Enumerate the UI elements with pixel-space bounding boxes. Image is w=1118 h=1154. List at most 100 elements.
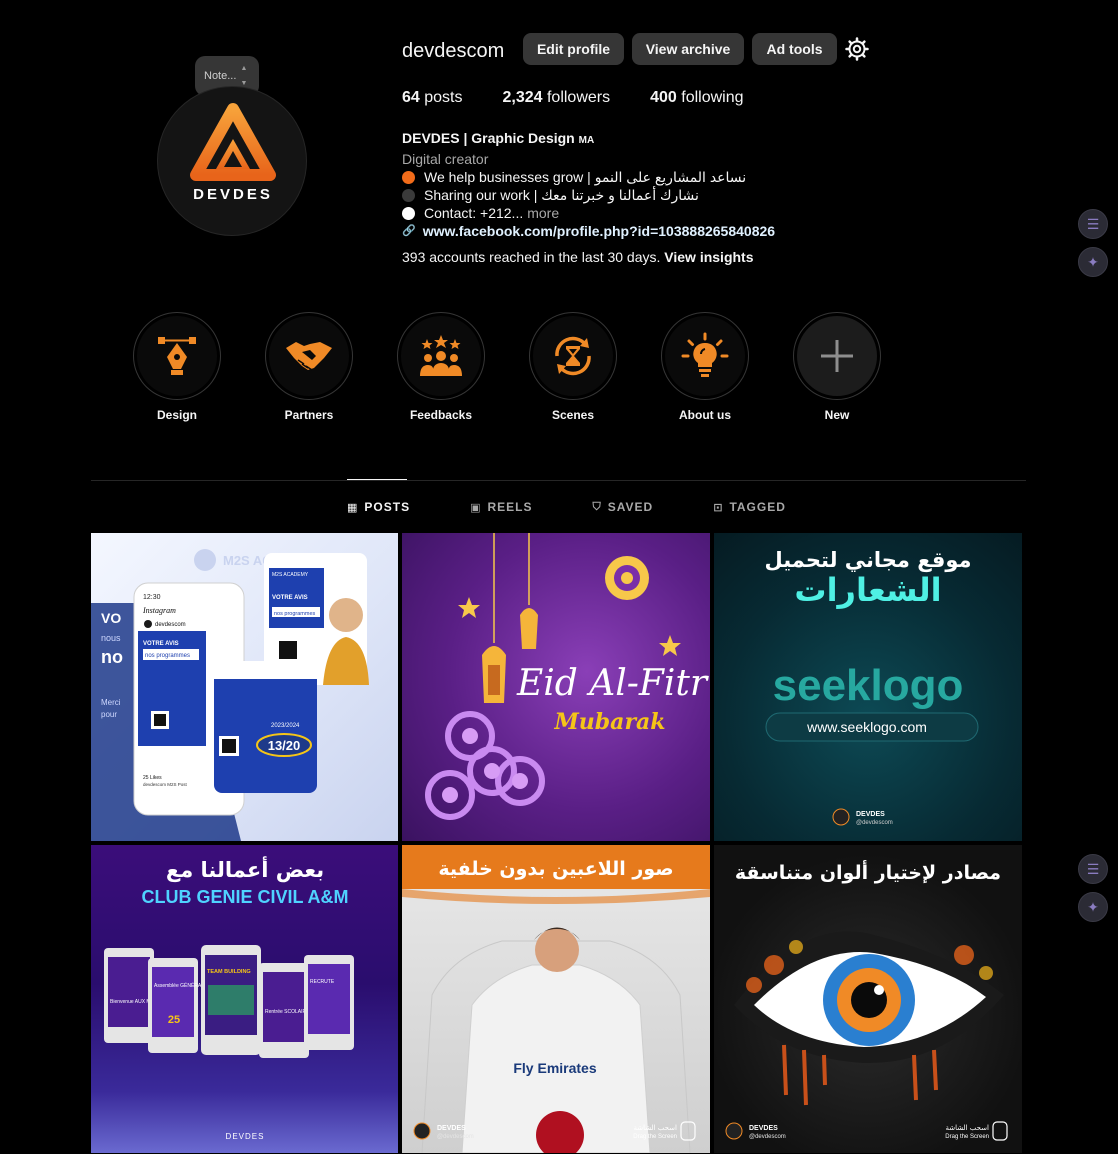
following-count[interactable]: 400 following: [650, 89, 743, 107]
note-label: Note...: [204, 70, 237, 82]
highlight-feedbacks[interactable]: Feedbacks: [397, 312, 485, 422]
highlight-about-us[interactable]: About us: [661, 312, 749, 422]
highlight-label: About us: [679, 408, 731, 422]
highlight-label: New: [824, 408, 850, 422]
bio-line: Sharing our work | نشارك أعمالنا و خبرتن…: [402, 186, 922, 204]
tab-posts[interactable]: ▦ POSTS: [347, 500, 410, 514]
highlight-label: Partners: [284, 408, 334, 422]
site-url: www.seeklogo.com: [806, 719, 927, 735]
followers-count[interactable]: 2,324 followers: [502, 89, 610, 107]
arabic-title: مصادر لإختيار ألوان متناسقة: [735, 860, 1001, 884]
grid-icon: ▦: [347, 501, 359, 514]
profile-tabs: ▦ POSTS ▣ REELS ⛉ SAVED ⊡ TAGGED: [347, 500, 846, 514]
highlight-label: Scenes: [551, 408, 595, 422]
pen-tool-icon: [158, 337, 196, 375]
settings-gear-icon[interactable]: [845, 37, 869, 61]
card-header: nos programmes: [274, 611, 316, 617]
bookmark-icon: ⛉: [592, 500, 602, 513]
card-header: VOTRE AVIS: [143, 641, 179, 647]
posts-grid: VO nous no Merci pour M2S ACA 12:30 Inst…: [91, 533, 1022, 1153]
brand-text: DEVDES: [437, 1125, 466, 1132]
insights-line: 393 accounts reached in the last 30 days…: [402, 249, 754, 265]
avatar[interactable]: DEVDES: [157, 86, 307, 236]
active-tab-indicator: [347, 479, 407, 480]
post-tile[interactable]: صور اللاعبين بدون خلفية Fly Emirates DEV…: [402, 845, 710, 1153]
brand-text: DEVDES: [226, 1132, 265, 1141]
arabic-title: بعض أعمالنا مع: [166, 855, 324, 882]
bg-word: nous: [101, 633, 121, 643]
swipe-english: Drag the Screen: [633, 1134, 677, 1140]
phone-time: 12:30: [143, 594, 161, 601]
orange-circle-icon: [402, 170, 415, 184]
phone-user: devdescom: [155, 622, 186, 628]
tabs-divider: [91, 480, 1026, 481]
edit-profile-button[interactable]: Edit profile: [523, 33, 624, 65]
eid-subtitle: Mubarak: [553, 709, 665, 735]
post-tile[interactable]: VO nous no Merci pour M2S ACA 12:30 Inst…: [91, 533, 398, 841]
highlight-design[interactable]: Design: [133, 312, 221, 422]
year-text: 2023/2024: [271, 723, 300, 729]
view-insights-link[interactable]: View insights: [664, 249, 753, 265]
bio-line: We help businesses grow | نساعد المشاريع…: [402, 168, 922, 186]
tag-icon: ⊡: [713, 501, 724, 514]
ad-tools-button[interactable]: Ad tools: [752, 33, 837, 65]
academy-text: M2S ACADEMY: [272, 572, 309, 578]
card-header: VOTRE AVIS: [272, 595, 308, 601]
profile-category: Digital creator: [402, 151, 489, 167]
card-text: TEAM BUILDING: [207, 969, 251, 975]
card-text: Assemblée GÉNÉRALE: [154, 982, 208, 989]
post-tile[interactable]: موقع مجاني لتحميل الشعارات seeklogo www.…: [714, 533, 1022, 841]
highlight-label: Feedbacks: [409, 408, 473, 422]
list-icon[interactable]: ☰: [1078, 209, 1108, 239]
post-tile[interactable]: بعض أعمالنا مع CLUB GENIE CIVIL A&M Bien…: [91, 845, 398, 1153]
highlight-partners[interactable]: Partners: [265, 312, 353, 422]
link-icon: 🔗: [402, 225, 416, 237]
arabic-title: موقع مجاني لتحميل: [764, 548, 971, 572]
arabic-title: صور اللاعبين بدون خلفية: [438, 858, 673, 880]
list-icon[interactable]: ☰: [1078, 854, 1108, 884]
swipe-english: Drag the Screen: [945, 1134, 989, 1140]
card-header: nos programmes: [145, 653, 190, 659]
post-tile[interactable]: Eid Al-Fitr Mubarak: [402, 533, 710, 841]
club-title: CLUB GENIE CIVIL A&M: [141, 887, 348, 907]
bg-word: VO: [101, 610, 121, 626]
bio-line: Contact: +212... more: [402, 204, 922, 222]
card-number: 25: [168, 1014, 180, 1026]
customers-stars-icon: [420, 335, 462, 376]
svg-text:DEVDES: DEVDES: [193, 186, 273, 203]
rating-text: 13/20: [268, 738, 301, 753]
black-circle-icon: [402, 188, 415, 202]
plus-icon: [821, 340, 853, 372]
view-archive-button[interactable]: View archive: [632, 33, 744, 65]
profile-name: DEVDES | Graphic Design MA: [402, 130, 595, 146]
bg-word: no: [101, 647, 123, 667]
tab-saved[interactable]: ⛉ SAVED: [593, 500, 654, 514]
brand-text: DEVDES: [856, 811, 885, 818]
more-link[interactable]: more: [527, 204, 559, 222]
highlight-scenes[interactable]: Scenes: [529, 312, 617, 422]
profile-link[interactable]: 🔗 www.facebook.com/profile.php?id=1038882…: [402, 222, 922, 240]
tab-tagged[interactable]: ⊡ TAGGED: [713, 500, 786, 514]
handle-text: @devdescom: [856, 820, 893, 826]
note-arrows: ▲ ▼: [240, 65, 248, 87]
bg-word: Merci: [101, 698, 121, 707]
hourglass-cycle-icon: [555, 336, 591, 376]
likes-text: 25 Likes: [143, 775, 162, 781]
handshake-icon: [286, 342, 332, 371]
swipe-hand-icon: [992, 1121, 1008, 1141]
devdes-logo: DEVDES: [190, 103, 276, 203]
posts-count: 64 posts: [402, 89, 463, 106]
sparkle-icon[interactable]: ✦: [1078, 892, 1108, 922]
tab-reels[interactable]: ▣ REELS: [470, 500, 532, 514]
highlight-new[interactable]: New: [793, 312, 881, 422]
seeklogo-logo: seeklogo: [773, 661, 964, 710]
highlight-label: Design: [156, 408, 197, 422]
sparkle-icon[interactable]: ✦: [1078, 247, 1108, 277]
username: devdescom: [402, 40, 505, 62]
caption-text: devdescom M2S Post: [143, 782, 188, 787]
handle-text: @devdescom: [437, 1134, 474, 1140]
white-circle-icon: [402, 206, 415, 220]
eid-title: Eid Al-Fitr: [516, 663, 709, 704]
post-tile[interactable]: مصادر لإختيار ألوان متناسقة DEVDES @devd…: [714, 845, 1022, 1153]
handle-text: @devdescom: [749, 1134, 786, 1140]
